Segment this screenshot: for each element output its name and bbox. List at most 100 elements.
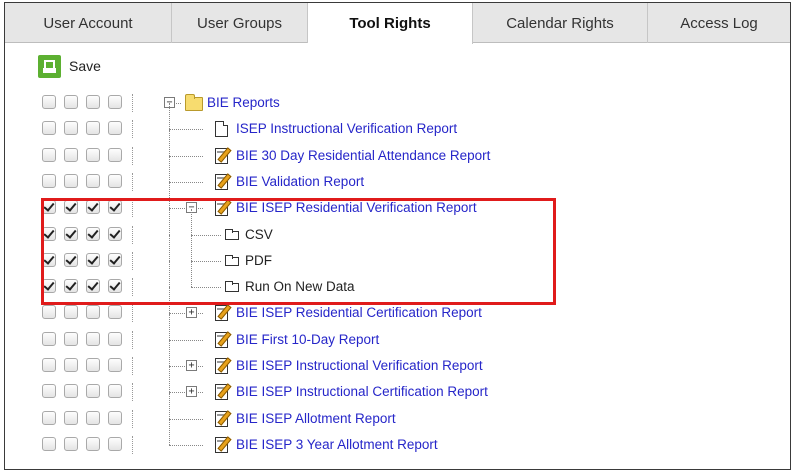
tree-item-label[interactable]: Run On New Data <box>245 279 355 294</box>
permission-checkbox[interactable] <box>64 121 78 136</box>
permission-checkbox[interactable] <box>42 95 56 109</box>
permission-checkbox[interactable] <box>86 410 100 425</box>
permission-checkbox[interactable] <box>86 305 100 320</box>
permission-checkbox[interactable] <box>64 200 78 215</box>
permission-checkbox[interactable] <box>86 121 100 136</box>
permission-checkbox[interactable] <box>86 279 100 294</box>
tree-item-label[interactable]: BIE Validation Report <box>236 174 364 189</box>
tree-connector <box>169 313 170 340</box>
edit-document-icon <box>215 200 228 217</box>
permission-checkbox[interactable] <box>86 95 100 109</box>
permission-checkbox[interactable] <box>108 410 122 425</box>
permission-checkbox[interactable] <box>86 358 100 372</box>
permission-checkbox[interactable] <box>64 410 78 425</box>
permission-checkbox[interactable] <box>86 226 100 241</box>
permission-checkbox[interactable] <box>42 305 56 320</box>
permission-checkbox[interactable] <box>42 173 56 188</box>
tree-item-label[interactable]: BIE 30 Day Residential Attendance Report <box>236 148 490 163</box>
tree-item-label[interactable]: BIE ISEP 3 Year Allotment Report <box>236 437 438 452</box>
permission-checkbox[interactable] <box>108 95 122 109</box>
permission-checkbox[interactable] <box>42 410 56 425</box>
permission-checkbox[interactable] <box>108 121 122 136</box>
permission-checkbox[interactable] <box>108 147 122 162</box>
permission-checkbox[interactable] <box>108 384 122 399</box>
tree-item-label[interactable]: CSV <box>245 227 273 242</box>
permission-checkbox[interactable] <box>64 436 78 451</box>
tree-row: − BIE Reports <box>5 90 785 116</box>
permission-checkbox[interactable] <box>64 305 78 320</box>
permission-checkbox[interactable] <box>86 384 100 399</box>
tree-connector <box>169 208 170 235</box>
edit-document-icon <box>215 436 228 453</box>
sub-item-icon <box>225 254 239 266</box>
permission-checkbox[interactable] <box>108 358 122 372</box>
permission-checkbox[interactable] <box>64 173 78 188</box>
tree-connector <box>169 181 203 183</box>
permission-checkbox[interactable] <box>42 200 56 215</box>
tree-row: ISEP Instructional Verification Report <box>5 103 785 142</box>
expand-icon[interactable]: + <box>186 360 197 371</box>
permission-checkbox[interactable] <box>108 436 122 451</box>
permission-checkbox[interactable] <box>108 305 122 320</box>
permission-checkbox[interactable] <box>108 200 122 215</box>
tab-user-account[interactable]: User Account <box>5 3 172 43</box>
permission-checkbox[interactable] <box>86 147 100 162</box>
permission-checkbox[interactable] <box>86 173 100 188</box>
permission-checkbox[interactable] <box>108 252 122 267</box>
permission-checkbox[interactable] <box>42 279 56 294</box>
tree-item-label[interactable]: BIE First 10-Day Report <box>236 332 379 347</box>
tree-connector <box>169 155 203 157</box>
tree-connector <box>169 155 170 182</box>
edit-document-icon <box>215 147 228 164</box>
permission-checkbox[interactable] <box>42 358 56 372</box>
tree-item-label[interactable]: BIE ISEP Residential Certification Repor… <box>236 305 482 320</box>
tree-item-label[interactable]: ISEP Instructional Verification Report <box>236 121 457 136</box>
permission-checkbox[interactable] <box>86 436 100 451</box>
permission-checkbox[interactable] <box>64 331 78 346</box>
tree-item-label[interactable]: BIE ISEP Instructional Verification Repo… <box>236 358 483 373</box>
tree-item-label[interactable]: PDF <box>245 253 272 268</box>
sub-item-icon <box>225 281 239 293</box>
tree-item-label[interactable]: BIE Reports <box>207 95 280 110</box>
save-icon[interactable] <box>38 55 61 78</box>
permission-checkbox[interactable] <box>64 384 78 399</box>
permission-checkbox[interactable] <box>64 226 78 241</box>
permission-checkbox[interactable] <box>108 226 122 241</box>
tab-user-groups[interactable]: User Groups <box>172 3 308 43</box>
permission-checkbox[interactable] <box>42 226 56 241</box>
tab-tool-rights[interactable]: Tool Rights <box>308 3 473 44</box>
tree-item-label[interactable]: BIE ISEP Instructional Certification Rep… <box>236 384 488 399</box>
permission-checkbox[interactable] <box>42 147 56 162</box>
permission-checkbox[interactable] <box>108 173 122 188</box>
tree-connector <box>169 234 170 261</box>
permission-checkbox[interactable] <box>42 384 56 399</box>
tab-access-log[interactable]: Access Log <box>648 3 790 43</box>
permission-checkbox[interactable] <box>64 95 78 109</box>
tab-calendar-rights[interactable]: Calendar Rights <box>473 3 648 43</box>
tree-row: + BIE ISEP Instructional Verification Rep… <box>5 340 785 379</box>
permission-checkbox[interactable] <box>64 147 78 162</box>
save-button[interactable]: Save <box>69 58 101 74</box>
permission-checkbox[interactable] <box>86 331 100 346</box>
permission-checkbox[interactable] <box>42 252 56 267</box>
tree-item-label[interactable]: BIE ISEP Allotment Report <box>236 411 396 426</box>
permission-checkbox[interactable] <box>42 436 56 451</box>
tree-connector <box>169 444 203 446</box>
permission-checkbox[interactable] <box>42 331 56 346</box>
permission-checkbox[interactable] <box>64 252 78 267</box>
column-divider <box>132 199 133 218</box>
permission-checkbox[interactable] <box>42 121 56 136</box>
tree-connector <box>169 129 170 156</box>
permission-checkbox[interactable] <box>108 279 122 294</box>
expand-icon[interactable]: + <box>186 307 197 319</box>
permission-checkbox[interactable] <box>64 358 78 372</box>
permission-checkbox[interactable] <box>86 200 100 215</box>
expand-icon[interactable]: + <box>186 386 197 398</box>
permission-checkbox[interactable] <box>86 252 100 267</box>
tree-item-label[interactable]: BIE ISEP Residential Verification Report <box>236 200 477 215</box>
permission-checkbox[interactable] <box>64 279 78 294</box>
column-divider <box>132 435 133 454</box>
permission-checkbox[interactable] <box>108 331 122 346</box>
tree-connector <box>169 261 170 288</box>
column-divider <box>132 409 133 428</box>
